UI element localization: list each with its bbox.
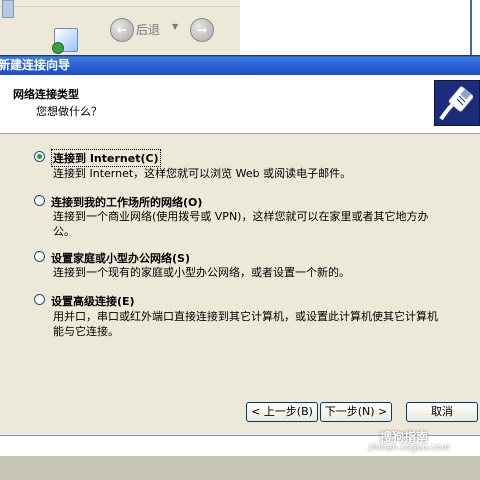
- option-label[interactable]: 设置高级连接(E): [51, 293, 135, 309]
- wizard-header: 网络连接类型 您想做什么？: [0, 75, 480, 134]
- network-connection-icon: [52, 28, 78, 54]
- wizard-titlebar: 新建连接向导: [0, 55, 480, 75]
- header-subtitle: 您想做什么？: [36, 105, 102, 118]
- option-description: 用并口，串口或红外端口直接连接到其它计算机，或设置此计算机使其它计算机能与它连接…: [53, 310, 438, 338]
- wizard-title: 新建连接向导: [0, 58, 71, 72]
- chevron-down-icon[interactable]: ▼: [172, 22, 178, 31]
- network-cable-icon: [434, 80, 480, 126]
- back-button[interactable]: < 上一步(B): [246, 402, 318, 422]
- option-description: 连接到一个现有的家庭或小型办公网络，或者设置一个新的。: [53, 266, 350, 279]
- option-label[interactable]: 设置家庭或小型办公网络(S): [51, 250, 190, 266]
- radio-home-network[interactable]: [34, 251, 45, 262]
- taskbar-area: [0, 456, 480, 480]
- radio-advanced-connection[interactable]: [34, 294, 45, 305]
- header-title: 网络连接类型: [13, 88, 79, 101]
- new-connection-wizard: 新建连接向导 网络连接类型 您想做什么？ 连接到 Internet(C) 连接到…: [0, 55, 480, 455]
- option-description: 连接到 Internet，这样您就可以浏览 Web 或阅读电子邮件。: [53, 167, 352, 180]
- watermark-url: zhinan.sogou.com: [368, 443, 450, 453]
- option-label[interactable]: 连接到 Internet(C): [51, 149, 161, 167]
- back-label[interactable]: 后退: [136, 21, 160, 38]
- wizard-button-row: < 上一步(B) 下一步(N) > 取消: [0, 402, 480, 422]
- folder-icon: [2, 0, 14, 18]
- option-label[interactable]: 连接到我的工作场所的网络(O): [51, 194, 202, 210]
- radio-connect-internet[interactable]: [34, 151, 45, 162]
- next-button[interactable]: 下一步(N) >: [320, 402, 392, 422]
- option-description: 连接到一个商业网络(使用拨号或 VPN)，这样您就可以在家里或者其它地方办公。: [53, 210, 429, 238]
- back-arrow-icon[interactable]: ←: [110, 18, 134, 42]
- radio-connect-workplace[interactable]: [34, 195, 45, 206]
- explorer-window: ← 后退 ▼ →: [0, 0, 241, 55]
- cancel-button[interactable]: 取消: [406, 402, 478, 422]
- forward-arrow-icon[interactable]: →: [190, 18, 214, 42]
- explorer-menubar: [0, 0, 240, 7]
- explorer-content-pane: [240, 0, 480, 55]
- scrollbar[interactable]: [470, 0, 472, 55]
